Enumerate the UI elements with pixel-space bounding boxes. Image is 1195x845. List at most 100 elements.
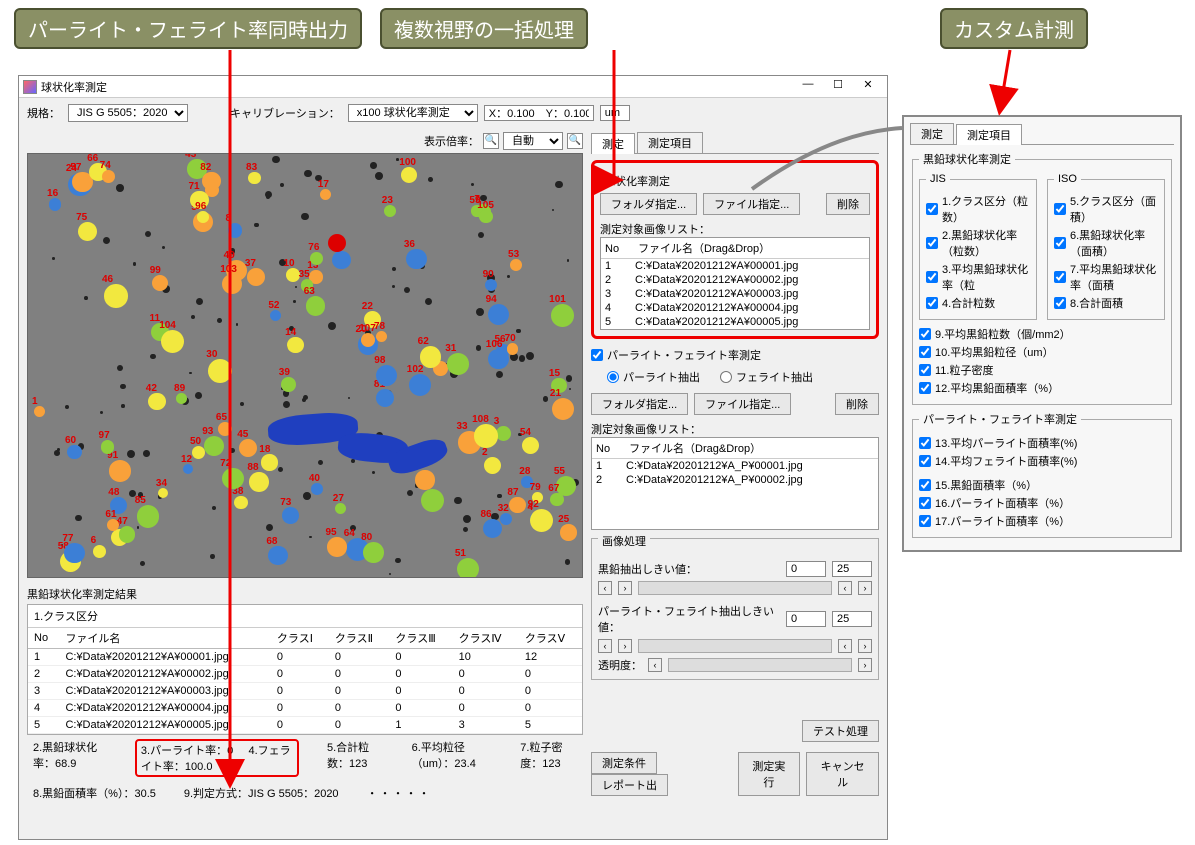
col-c4[interactable]: クラスⅣ <box>453 628 519 649</box>
image-viewport[interactable]: 1234567891011121314151617181920212223242… <box>27 153 583 578</box>
pf-radio-ferrite[interactable] <box>720 371 732 383</box>
noise-dot <box>283 401 290 408</box>
jis-chk-2[interactable] <box>926 271 938 283</box>
thresh2-lo[interactable] <box>786 611 826 627</box>
table-row[interactable]: 5C:¥Data¥20201212¥A¥00005.jpg00135 <box>28 717 582 734</box>
jis-chk-3[interactable] <box>926 297 938 309</box>
test-process-button[interactable]: テスト処理 <box>802 720 879 742</box>
thresh1-hi[interactable] <box>832 561 872 577</box>
iso-chk-1[interactable] <box>1054 237 1066 249</box>
pf2-chk-1[interactable] <box>919 497 931 509</box>
table-row[interactable]: 4C:¥Data¥20201212¥A¥00004.jpg00000 <box>28 700 582 717</box>
noise-dot <box>407 490 413 496</box>
maximize-button[interactable]: ☐ <box>823 78 853 96</box>
thresh1-slider[interactable] <box>638 581 832 595</box>
particle-label: 60 <box>65 435 76 446</box>
particle-label: 97 <box>99 430 110 441</box>
particle-label: 21 <box>550 388 561 399</box>
thresh1-lo-inc[interactable]: › <box>618 581 632 595</box>
trans-inc[interactable]: › <box>858 658 872 672</box>
pf2-chk-2[interactable] <box>919 515 931 527</box>
noise-dot <box>210 554 215 559</box>
extra-chk-0[interactable] <box>919 328 931 340</box>
list-item[interactable]: 1C:¥Data¥20201212¥A¥00001.jpg <box>601 259 869 273</box>
thresh2-lo-dec[interactable]: ‹ <box>598 639 612 653</box>
zoom-select[interactable]: 自動 <box>503 132 563 150</box>
particle-blob <box>409 374 431 396</box>
iso-chk-3[interactable] <box>1054 297 1066 309</box>
side-tab-measure[interactable]: 測定 <box>910 123 954 144</box>
iso-chk-0[interactable] <box>1054 203 1066 215</box>
col-c2[interactable]: クラスⅡ <box>329 628 390 649</box>
list-item[interactable]: 5C:¥Data¥20201212¥A¥00005.jpg <box>601 315 869 329</box>
file-list-1[interactable]: No ファイル名（Drag&Drop） 1C:¥Data¥20201212¥A¥… <box>600 237 870 330</box>
pf-legend: パーライト・フェライト率測定 <box>919 411 1081 427</box>
thresh1-hi-inc[interactable]: › <box>858 581 872 595</box>
zoom-out-icon[interactable]: 🔍 <box>483 133 499 149</box>
list-item[interactable]: 2C:¥Data¥20201212¥A¥00002.jpg <box>601 273 869 287</box>
folder-select-button-2[interactable]: フォルダ指定... <box>591 393 688 415</box>
measure-cond-button[interactable]: 測定条件 <box>591 752 657 774</box>
noise-dot <box>195 392 202 399</box>
file-select-button-2[interactable]: ファイル指定... <box>694 393 791 415</box>
thresh2-lo-inc[interactable]: › <box>618 639 632 653</box>
extra-chk-1[interactable] <box>919 346 931 358</box>
thresh2-hi-dec[interactable]: ‹ <box>838 639 852 653</box>
particle-label: 88 <box>247 462 258 473</box>
zoom-in-icon[interactable]: 🔍 <box>567 133 583 149</box>
particle-label: 43 <box>185 153 196 160</box>
thresh2-slider[interactable] <box>638 639 832 653</box>
list-item[interactable]: 3C:¥Data¥20201212¥A¥00003.jpg <box>601 287 869 301</box>
particle-label: 34 <box>156 478 167 489</box>
report-button[interactable]: レポート出 <box>591 774 668 796</box>
thresh2-hi[interactable] <box>832 611 872 627</box>
file-list-2[interactable]: No ファイル名（Drag&Drop） 1C:¥Data¥20201212¥A_… <box>591 437 879 530</box>
folder-select-button-1[interactable]: フォルダ指定... <box>600 193 697 215</box>
particle-blob <box>376 389 395 408</box>
jis-chk-1[interactable] <box>926 237 938 249</box>
col-c5[interactable]: クラスⅤ <box>519 628 582 649</box>
trans-dec[interactable]: ‹ <box>648 658 662 672</box>
standard-select[interactable]: JIS G 5505：2020 <box>68 104 188 122</box>
table-row[interactable]: 3C:¥Data¥20201212¥A¥00003.jpg00000 <box>28 683 582 700</box>
run-button[interactable]: 測定実行 <box>738 752 801 796</box>
close-button[interactable]: ✕ <box>853 78 883 96</box>
table-row[interactable]: 1C:¥Data¥20201212¥A¥00001.jpg0001012 <box>28 649 582 666</box>
delete-button-2[interactable]: 削除 <box>835 393 879 415</box>
col-no[interactable]: No <box>28 628 59 649</box>
list-item[interactable]: 4C:¥Data¥20201212¥A¥00004.jpg <box>601 301 869 315</box>
delete-button-1[interactable]: 削除 <box>826 193 870 215</box>
list-label-2: 測定対象画像リスト： <box>591 421 879 437</box>
particle-label: 101 <box>549 294 566 305</box>
noise-dot <box>496 371 503 378</box>
thresh1-lo-dec[interactable]: ‹ <box>598 581 612 595</box>
tab-measure-items[interactable]: 測定項目 <box>637 132 703 153</box>
pf-enable-check[interactable] <box>591 349 603 361</box>
side-tab-items[interactable]: 測定項目 <box>956 124 1022 145</box>
pf-chk-0[interactable] <box>919 437 931 449</box>
file-select-button-1[interactable]: ファイル指定... <box>703 193 800 215</box>
calibration-select[interactable]: x100 球状化率測定 <box>348 104 478 122</box>
jis-chk-0[interactable] <box>926 203 938 215</box>
col-file[interactable]: ファイル名 <box>59 628 270 649</box>
trans-slider[interactable] <box>668 658 852 672</box>
tab-measure[interactable]: 測定 <box>591 133 635 154</box>
pf2-chk-0[interactable] <box>919 479 931 491</box>
col-c1[interactable]: クラスⅠ <box>271 628 329 649</box>
thresh1-lo[interactable] <box>786 561 826 577</box>
list-item[interactable]: 1C:¥Data¥20201212¥A_P¥00001.jpg <box>592 459 878 473</box>
noise-dot <box>196 298 203 305</box>
table-row[interactable]: 2C:¥Data¥20201212¥A¥00002.jpg00000 <box>28 666 582 683</box>
cancel-button[interactable]: キャンセル <box>806 752 879 796</box>
list-item[interactable]: 2C:¥Data¥20201212¥A_P¥00002.jpg <box>592 473 878 487</box>
extra-chk-2[interactable] <box>919 364 931 376</box>
particle-label: 66 <box>87 153 98 164</box>
iso-chk-2[interactable] <box>1054 271 1066 283</box>
pf-radio-pearlite[interactable] <box>607 371 619 383</box>
minimize-button[interactable]: — <box>793 78 823 96</box>
thresh1-hi-dec[interactable]: ‹ <box>838 581 852 595</box>
thresh2-hi-inc[interactable]: › <box>858 639 872 653</box>
col-c3[interactable]: クラスⅢ <box>389 628 452 649</box>
pf-chk-1[interactable] <box>919 455 931 467</box>
extra-chk-3[interactable] <box>919 382 931 394</box>
